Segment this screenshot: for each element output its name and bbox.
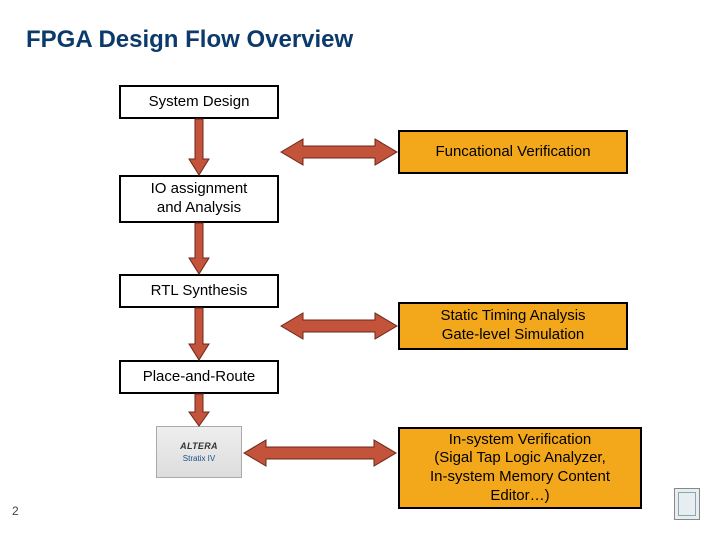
bidir-arrow-icon <box>244 440 396 466</box>
box-io-assignment: IO assignmentand Analysis <box>119 175 279 223</box>
fpga-chip-image: ALTERA Stratix IV <box>156 426 242 478</box>
box-insystem-verification: In-system Verification(Sigal Tap Logic A… <box>398 427 642 509</box>
chip-family-label: Stratix IV <box>183 454 215 463</box>
page-title: FPGA Design Flow Overview <box>26 26 353 54</box>
box-sta-gls: Static Timing AnalysisGate-level Simulat… <box>398 302 628 350</box>
down-arrow-icon <box>189 308 209 360</box>
down-arrow-icon <box>189 223 209 274</box>
bidir-arrow-icon <box>281 313 397 339</box>
altera-corner-logo <box>674 488 700 520</box>
box-rtl-synthesis: RTL Synthesis <box>119 274 279 308</box>
box-place-and-route: Place-and-Route <box>119 360 279 394</box>
box-functional-verification: Funcational Verification <box>398 130 628 174</box>
down-arrow-icon <box>189 119 209 175</box>
chip-brand-label: ALTERA <box>180 441 218 451</box>
down-arrow-icon <box>189 394 209 426</box>
bidir-arrow-icon <box>281 139 397 165</box>
box-system-design: System Design <box>119 85 279 119</box>
page-number: 2 <box>12 504 19 518</box>
